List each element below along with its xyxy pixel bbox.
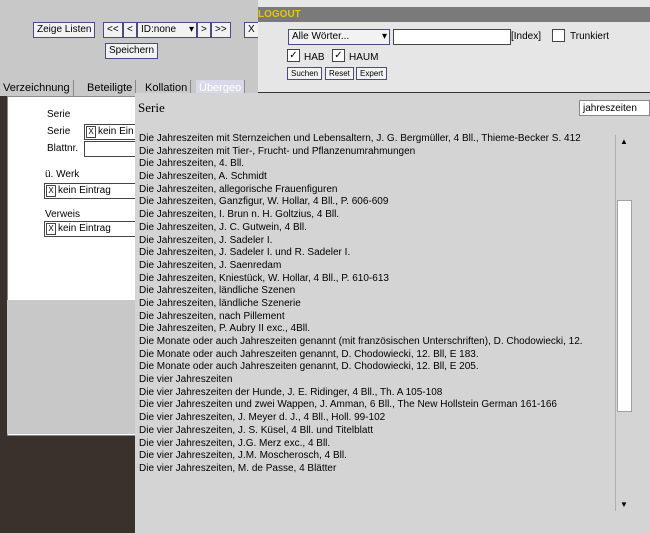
index-link[interactable]: [Index] bbox=[511, 31, 541, 42]
chevron-down-icon: ▾ bbox=[188, 24, 194, 35]
list-item[interactable]: Die Jahreszeiten, allegorische Frauenfig… bbox=[139, 184, 633, 197]
list-item[interactable]: Die Jahreszeiten mit Tier-, Frucht- und … bbox=[139, 146, 633, 159]
search-input[interactable] bbox=[393, 29, 511, 45]
haum-checkbox[interactable]: ✓ bbox=[332, 49, 345, 62]
serie-label: Serie bbox=[47, 126, 71, 137]
list-item[interactable]: Die vier Jahreszeiten und zwei Wappen, J… bbox=[139, 399, 633, 412]
hab-label: HAB bbox=[304, 52, 325, 63]
list-item[interactable]: Die Monate oder auch Jahreszeiten genann… bbox=[139, 349, 633, 362]
list-item[interactable]: Die vier Jahreszeiten, J. Meyer d. J., 4… bbox=[139, 412, 633, 425]
logout-link[interactable]: LOGOUT bbox=[258, 9, 301, 20]
list-item[interactable]: Die vier Jahreszeiten, M. de Passe, 4 Bl… bbox=[139, 463, 633, 476]
chevron-down-icon: ▾ bbox=[381, 31, 387, 42]
expert-button[interactable]: Expert bbox=[356, 67, 388, 80]
popup-title: Serie bbox=[138, 100, 165, 115]
scroll-thumb[interactable] bbox=[617, 200, 632, 412]
uwerk-label: ü. Werk bbox=[45, 169, 80, 180]
list-item[interactable]: Die vier Jahreszeiten der Hunde, J. E. R… bbox=[139, 387, 633, 400]
verweis-value: kein Eintrag bbox=[58, 223, 111, 234]
list-item[interactable]: Die vier Jahreszeiten, J.M. Moscherosch,… bbox=[139, 450, 633, 463]
clear-verweis-icon[interactable]: X bbox=[46, 223, 56, 235]
logout-bar bbox=[258, 7, 650, 22]
list-item[interactable]: Die vier Jahreszeiten, J.G. Merz exc., 4… bbox=[139, 438, 633, 451]
list-item[interactable]: Die Jahreszeiten, J. Sadeler I. bbox=[139, 235, 633, 248]
list-item[interactable]: Die Jahreszeiten, P. Aubry II exc., 4Bll… bbox=[139, 323, 633, 336]
reset-button[interactable]: Reset bbox=[325, 67, 354, 80]
serie-lookup-popup: Serie jahreszeiten Die Jahreszeiten mit … bbox=[135, 93, 650, 533]
scroll-up-icon[interactable]: ▲ bbox=[620, 137, 628, 146]
truncate-label: Trunkiert bbox=[570, 31, 610, 42]
scroll-down-icon[interactable]: ▼ bbox=[620, 500, 628, 509]
prev-record-button[interactable]: < bbox=[123, 22, 137, 38]
next-record-button[interactable]: > bbox=[197, 22, 211, 38]
haum-label: HAUM bbox=[349, 52, 379, 63]
list-item[interactable]: Die Jahreszeiten, Kniestück, W. Hollar, … bbox=[139, 273, 633, 286]
last-record-button[interactable]: >> bbox=[211, 22, 231, 38]
list-item[interactable]: Die Jahreszeiten, J. C. Gutwein, 4 Bll. bbox=[139, 222, 633, 235]
first-record-button[interactable]: << bbox=[103, 22, 123, 38]
hab-checkbox[interactable]: ✓ bbox=[287, 49, 300, 62]
search-panel: Alle Wörter... ▾ [Index] Trunkiert ✓ HAB… bbox=[258, 0, 650, 92]
list-item[interactable]: Die vier Jahreszeiten bbox=[139, 374, 633, 387]
save-button[interactable]: Speichern bbox=[105, 43, 159, 59]
list-item[interactable]: Die Jahreszeiten, nach Pillement bbox=[139, 311, 633, 324]
list-item[interactable]: Die Jahreszeiten, J. Sadeler I. und R. S… bbox=[139, 247, 633, 260]
show-lists-button[interactable]: Zeige Listen bbox=[33, 22, 96, 38]
list-item[interactable]: Die Jahreszeiten, J. Saenredam bbox=[139, 260, 633, 273]
tab-beteiligte[interactable]: Beteiligte bbox=[84, 80, 137, 96]
list-item[interactable]: Die Monate oder auch Jahreszeiten genann… bbox=[139, 336, 633, 349]
search-field-select-value: Alle Wörter... bbox=[292, 31, 350, 42]
blattnr-label: Blattnr. bbox=[47, 143, 79, 154]
tab-verzeichnung[interactable]: Verzeichnung bbox=[0, 80, 74, 96]
close-record-button[interactable]: X bbox=[244, 22, 259, 38]
verweis-field[interactable]: Xkein Eintrag bbox=[44, 221, 138, 237]
list-item[interactable]: Die Jahreszeiten, Ganzfigur, W. Hollar, … bbox=[139, 196, 633, 209]
id-select-value: ID:none bbox=[141, 24, 177, 35]
blattnr-input[interactable] bbox=[84, 141, 138, 157]
list-item[interactable]: Die Jahreszeiten, A. Schmidt bbox=[139, 171, 633, 184]
popup-scrollbar[interactable]: ▲ ▼ bbox=[615, 135, 632, 511]
list-item[interactable]: Die vier Jahreszeiten, J. S. Küsel, 4 Bl… bbox=[139, 425, 633, 438]
search-button[interactable]: Suchen bbox=[287, 67, 323, 80]
uwerk-value: kein Eintrag bbox=[58, 185, 111, 196]
form-panel-empty-area bbox=[7, 300, 135, 434]
list-item[interactable]: Die Monate oder auch Jahreszeiten genann… bbox=[139, 361, 633, 374]
list-item[interactable]: Die Jahreszeiten, I. Brun n. H. Goltzius… bbox=[139, 209, 633, 222]
id-select[interactable]: ID:none ▾ bbox=[137, 22, 197, 38]
popup-search-input[interactable]: jahreszeiten bbox=[579, 100, 650, 116]
list-item[interactable]: Die Jahreszeiten mit Sternzeichen und Le… bbox=[139, 133, 633, 146]
uwerk-field[interactable]: Xkein Eintrag bbox=[44, 183, 138, 199]
serie-field[interactable]: Xkein Ein bbox=[84, 124, 138, 140]
record-toolbar: Zeige Listen << < ID:none ▾ > >> X Speic… bbox=[0, 0, 259, 80]
verweis-label: Verweis bbox=[45, 209, 81, 220]
serie-value: kein Ein bbox=[98, 126, 134, 137]
clear-serie-icon[interactable]: X bbox=[86, 126, 96, 138]
clear-uwerk-icon[interactable]: X bbox=[46, 185, 56, 197]
list-item[interactable]: Die Jahreszeiten, 4. Bll. bbox=[139, 158, 633, 171]
list-item[interactable]: Die Jahreszeiten, ländliche Szenen bbox=[139, 285, 633, 298]
truncate-checkbox[interactable] bbox=[552, 29, 565, 42]
search-field-select[interactable]: Alle Wörter... ▾ bbox=[288, 29, 390, 45]
list-item[interactable]: Die Jahreszeiten, ländliche Szenerie bbox=[139, 298, 633, 311]
popup-list: Die Jahreszeiten mit Sternzeichen und Le… bbox=[139, 133, 633, 513]
section-serie-heading: Serie bbox=[47, 109, 71, 120]
